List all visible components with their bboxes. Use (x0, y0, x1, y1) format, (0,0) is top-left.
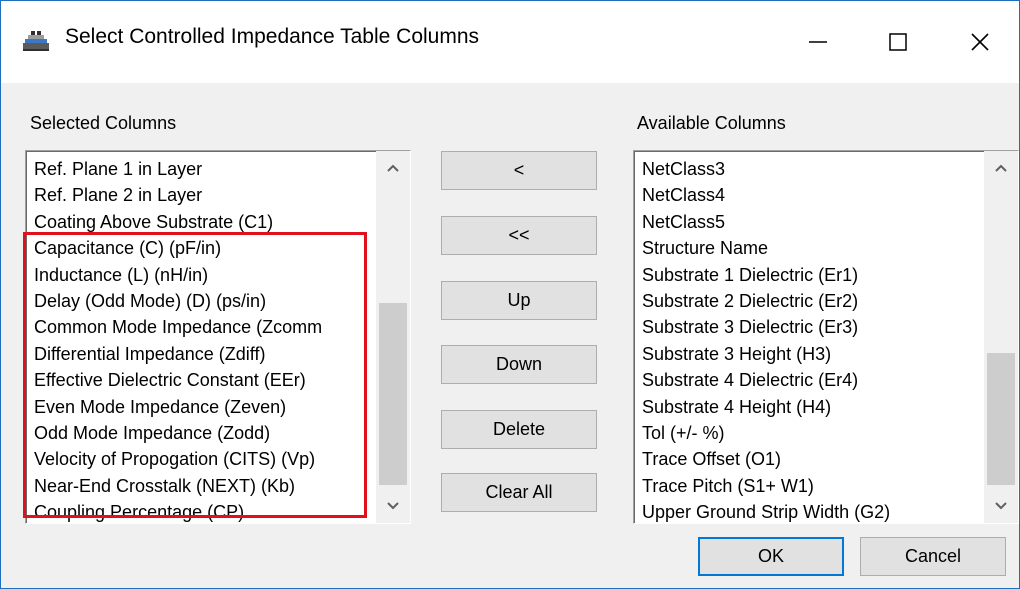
minimize-button[interactable] (783, 1, 853, 83)
move-all-left-button[interactable]: << (441, 216, 597, 255)
list-item[interactable]: Coating Above Substrate (C1) (34, 209, 369, 235)
title-bar[interactable]: Select Controlled Impedance Table Column… (1, 1, 1019, 83)
chevron-up-icon (995, 164, 1007, 172)
list-item[interactable]: Even Mode Impedance (Zeven) (34, 394, 369, 420)
list-item[interactable]: Substrate 4 Height (H4) (642, 394, 890, 420)
list-item[interactable]: NetClass4 (642, 182, 890, 208)
scroll-thumb[interactable] (379, 303, 407, 485)
maximize-icon (889, 33, 907, 51)
chevron-up-icon (387, 164, 399, 172)
list-item[interactable]: Common Mode Impedance (Zcomm (34, 314, 369, 340)
scroll-down-button[interactable] (984, 489, 1018, 523)
list-item[interactable]: Inductance (L) (nH/in) (34, 262, 369, 288)
list-item[interactable]: Delay (Odd Mode) (D) (ps/in) (34, 288, 369, 314)
list-item[interactable]: Substrate 4 Dielectric (Er4) (642, 367, 890, 393)
chevron-down-icon (995, 502, 1007, 510)
maximize-button[interactable] (863, 1, 933, 83)
delete-button[interactable]: Delete (441, 410, 597, 449)
close-button[interactable] (945, 1, 1015, 83)
list-item[interactable]: Capacitance (C) (pF/in) (34, 235, 369, 261)
list-item[interactable]: Upper Ground Strip Width (G2) (642, 499, 890, 523)
available-columns-label: Available Columns (637, 113, 786, 133)
list-item[interactable]: Velocity of Propogation (CITS) (Vp) (34, 446, 369, 472)
list-item[interactable]: Tol (+/- %) (642, 420, 890, 446)
selected-columns-label: Selected Columns (30, 113, 177, 133)
available-columns-list[interactable]: NetClass3 NetClass4 NetClass5 Structure … (633, 150, 1019, 524)
selected-items: Ref. Plane 1 in Layer Ref. Plane 2 in La… (34, 156, 369, 523)
list-item[interactable]: Near-End Crosstalk (NEXT) (Kb) (34, 473, 369, 499)
list-item[interactable]: Substrate 3 Height (H3) (642, 341, 890, 367)
scroll-down-button[interactable] (376, 489, 410, 523)
list-item[interactable]: Trace Offset (O1) (642, 446, 890, 472)
scroll-up-button[interactable] (984, 151, 1018, 185)
move-left-button[interactable]: < (441, 151, 597, 190)
dialog-window: Select Controlled Impedance Table Column… (0, 0, 1020, 589)
list-item[interactable]: Structure Name (642, 235, 890, 261)
minimize-icon (809, 41, 827, 43)
scroll-thumb[interactable] (987, 353, 1015, 485)
list-item[interactable]: Trace Pitch (S1+ W1) (642, 473, 890, 499)
list-item[interactable]: NetClass5 (642, 209, 890, 235)
selected-columns-list[interactable]: Ref. Plane 1 in Layer Ref. Plane 2 in La… (25, 150, 411, 524)
chevron-down-icon (387, 502, 399, 510)
list-item[interactable]: Odd Mode Impedance (Zodd) (34, 420, 369, 446)
list-item[interactable]: Ref. Plane 1 in Layer (34, 156, 369, 182)
list-item[interactable]: Substrate 1 Dielectric (Er1) (642, 262, 890, 288)
available-scrollbar[interactable] (984, 151, 1018, 523)
list-item[interactable]: Coupling Percentage (CP) (34, 499, 369, 523)
clear-all-button[interactable]: Clear All (441, 473, 597, 512)
selected-scrollbar[interactable] (376, 151, 410, 523)
app-icon (21, 27, 51, 53)
list-item[interactable]: Ref. Plane 2 in Layer (34, 182, 369, 208)
list-item[interactable]: Differential Impedance (Zdiff) (34, 341, 369, 367)
available-items: NetClass3 NetClass4 NetClass5 Structure … (642, 156, 890, 523)
list-item[interactable]: NetClass3 (642, 156, 890, 182)
move-down-button[interactable]: Down (441, 345, 597, 384)
list-item[interactable]: Substrate 3 Dielectric (Er3) (642, 314, 890, 340)
dialog-body: Selected Columns Available Columns Ref. … (1, 83, 1019, 588)
close-icon (971, 33, 989, 51)
list-item[interactable]: Effective Dielectric Constant (EEr) (34, 367, 369, 393)
scroll-up-button[interactable] (376, 151, 410, 185)
window-title: Select Controlled Impedance Table Column… (65, 25, 480, 48)
ok-button[interactable]: OK (698, 537, 844, 576)
cancel-button[interactable]: Cancel (860, 537, 1006, 576)
move-up-button[interactable]: Up (441, 281, 597, 320)
list-item[interactable]: Substrate 2 Dielectric (Er2) (642, 288, 890, 314)
